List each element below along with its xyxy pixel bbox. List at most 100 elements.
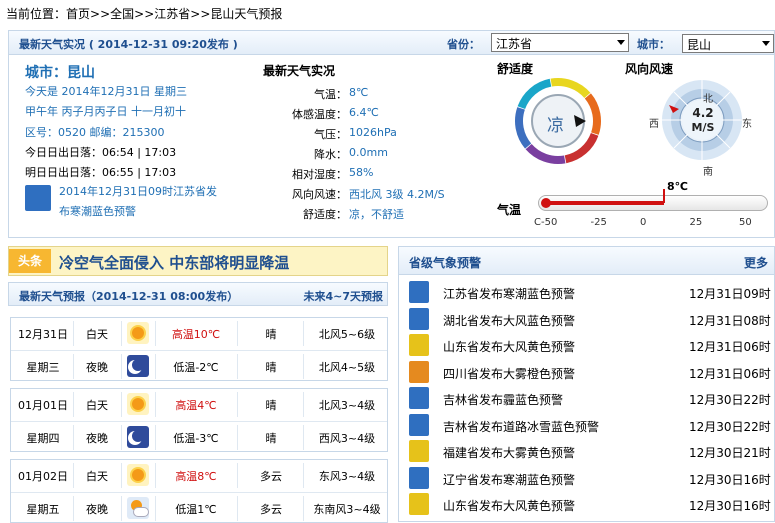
warning-item[interactable]: 山东省发布大风黄色预警 12月31日06时 bbox=[407, 332, 771, 359]
warning-time: 12月30日22时 bbox=[689, 393, 771, 407]
forecast-night-row: 星期三 夜晚 低温-2℃ 晴 北风4~5级 bbox=[11, 350, 387, 381]
warnings-more-link[interactable]: 更多 bbox=[744, 254, 768, 271]
comfort-value: 凉 bbox=[547, 116, 564, 136]
today-date: 今天是 2014年12月31日 星期三 bbox=[25, 85, 187, 98]
forecast-period: 白天 bbox=[86, 399, 108, 412]
divider bbox=[303, 354, 304, 379]
warnings-panel: 省级气象预警 更多 江苏省发布寒潮蓝色预警 12月31日09时 湖北省发布大风蓝色预… bbox=[398, 246, 775, 522]
headline-tag: 头条 bbox=[9, 249, 51, 273]
alert-link-line1[interactable]: 2014年12月31日09时江苏省发 bbox=[59, 183, 217, 199]
divider bbox=[121, 496, 122, 521]
forecast-temp: 高温10℃ bbox=[171, 328, 221, 341]
divider bbox=[155, 354, 156, 379]
thermometer-tick-label: 50 bbox=[739, 217, 752, 228]
city-value: 昆山 bbox=[687, 38, 712, 52]
temp-bar-value: 8℃ bbox=[667, 180, 688, 193]
warning-text: 吉林省发布霾蓝色预警 bbox=[443, 393, 564, 407]
breadcrumb-sep: >> bbox=[190, 7, 211, 21]
warning-time: 12月31日06时 bbox=[689, 340, 771, 354]
forecast-weather: 多云 bbox=[260, 470, 282, 483]
breadcrumb-province[interactable]: 江苏省 bbox=[154, 7, 190, 21]
realtime-label: 风向风速： bbox=[292, 188, 347, 201]
forecast-header: 最新天气预报（2014-12-31 08:00发布） 未来4~7天预报 bbox=[8, 282, 388, 306]
alert-link-line2[interactable]: 布寒潮蓝色预警 bbox=[59, 203, 136, 219]
warning-item[interactable]: 湖北省发布大风蓝色预警 12月31日08时 bbox=[407, 306, 771, 333]
warning-text: 吉林省发布道路冰雪蓝色预警 bbox=[443, 419, 600, 434]
breadcrumb: 当前位置：首页>>全国>>江苏省>>昆山天气预报 bbox=[6, 5, 282, 22]
warning-text: 山东省发布大风黄色预警 bbox=[443, 499, 576, 513]
forecast-day: 01月01日 白天 高温4℃ 晴北风3~4级 星期四 夜晚 低温-3℃ 晴西风3~4级 bbox=[10, 388, 388, 452]
live-weather-panel: 最新天气实况 ( 2014-12-31 09:20发布 ) 省份： 江苏省 城市… bbox=[8, 30, 775, 238]
breadcrumb-sep: >> bbox=[90, 7, 111, 21]
warning-item[interactable]: 吉林省发布霾蓝色预警 12月30日22时 bbox=[407, 385, 771, 412]
divider bbox=[303, 321, 304, 346]
forecast-wind: 北风5~6级 bbox=[318, 328, 376, 341]
headline-banner: 头条 冷空气全面侵入 中东部将明显降温 bbox=[8, 246, 388, 276]
warning-item[interactable]: 江苏省发布寒潮蓝色预警 12月31日09时 bbox=[407, 279, 771, 306]
warning-item[interactable]: 福建省发布大雾黄色预警 12月30日21时 bbox=[407, 438, 771, 465]
breadcrumb-home[interactable]: 首页 bbox=[66, 7, 90, 21]
province-select[interactable]: 江苏省 bbox=[491, 33, 629, 52]
forecast-wind: 北风4~5级 bbox=[318, 361, 376, 374]
forecast-period: 夜晚 bbox=[86, 503, 108, 516]
divider bbox=[303, 425, 304, 450]
compass-north: 北 bbox=[703, 94, 713, 105]
warning-item[interactable]: 山东省发布大风黄色预警 12月30日16时 bbox=[407, 491, 771, 518]
lunar-date: 甲午年 丙子月丙子日 十一月初十 bbox=[25, 105, 186, 118]
divider bbox=[73, 321, 74, 346]
forecast-temp: 低温-2℃ bbox=[173, 361, 219, 374]
divider bbox=[155, 425, 156, 450]
forecast-date: 01月01日 bbox=[18, 399, 68, 412]
divider bbox=[121, 354, 122, 379]
divider bbox=[237, 321, 238, 346]
forecast-temp: 高温8℃ bbox=[175, 470, 217, 483]
sun-icon bbox=[127, 322, 149, 344]
wind-speed-unit: M/S bbox=[691, 121, 715, 134]
divider bbox=[237, 425, 238, 450]
forecast-more-link[interactable]: 未来4~7天预报 bbox=[303, 288, 383, 304]
divider bbox=[121, 392, 122, 417]
warning-icon bbox=[409, 307, 429, 330]
warnings-title: 省级气象预警 bbox=[409, 256, 482, 270]
city-select[interactable]: 昆山 bbox=[682, 34, 774, 53]
warning-item[interactable]: 吉林省发布道路冰雪蓝色预警 12月30日22时 bbox=[407, 412, 771, 439]
divider bbox=[155, 496, 156, 521]
sun-icon bbox=[127, 393, 149, 415]
realtime-value: 6.4℃ bbox=[349, 106, 379, 119]
realtime-value: 1026hPa bbox=[349, 126, 397, 139]
warning-icon bbox=[409, 493, 429, 515]
warning-item[interactable]: 辽宁省发布寒潮蓝色预警 12月30日16时 bbox=[407, 465, 771, 492]
breadcrumb-sep: >> bbox=[134, 7, 155, 21]
realtime-value: 8℃ bbox=[349, 86, 369, 99]
realtime-label: 降水： bbox=[314, 148, 347, 161]
divider bbox=[73, 425, 74, 450]
forecast-weather: 晴 bbox=[265, 361, 277, 374]
warning-text: 湖北省发布大风蓝色预警 bbox=[443, 313, 576, 328]
forecast-weekday: 星期四 bbox=[26, 432, 60, 445]
thermometer-fill bbox=[549, 201, 664, 205]
forecast-wind: 东南风3~4级 bbox=[313, 503, 381, 516]
thermometer-tick-label: -50 bbox=[541, 217, 558, 228]
breadcrumb-national[interactable]: 全国 bbox=[110, 7, 134, 21]
province-label: 省份： bbox=[447, 38, 480, 51]
live-weather-title: 最新天气实况 ( 2014-12-31 09:20发布 ) bbox=[19, 38, 238, 51]
warning-time: 12月30日21时 bbox=[689, 446, 771, 460]
area-codes: 区号：0520 邮编：215300 bbox=[25, 126, 165, 139]
realtime-label: 气压： bbox=[314, 128, 347, 141]
sunrise-today: 今日日出日落：06:54 | 17:03 bbox=[25, 146, 177, 159]
warning-item[interactable]: 四川省发布大雾橙色预警 12月31日06时 bbox=[407, 359, 771, 386]
forecast-weather: 晴 bbox=[265, 399, 277, 412]
divider bbox=[73, 392, 74, 417]
forecast-date: 12月31日 bbox=[18, 328, 68, 341]
moon-icon bbox=[127, 355, 149, 377]
realtime-label: 相对湿度： bbox=[292, 168, 347, 181]
province-value: 江苏省 bbox=[496, 37, 533, 51]
forecast-day: 01月02日 白天 高温8℃ 多云 东风3~4级 星期五 夜晚 低温1℃ 多云 东南风3~4级 bbox=[10, 459, 388, 523]
moon-icon bbox=[127, 426, 149, 448]
headline-link[interactable]: 冷空气全面侵入 中东部将明显降温 bbox=[59, 252, 289, 273]
divider bbox=[121, 321, 122, 346]
divider bbox=[121, 463, 122, 488]
forecast-day-row: 12月31日 白天 高温10℃ 晴 北风5~6级 bbox=[11, 318, 387, 349]
realtime-value: 凉，不舒适 bbox=[349, 208, 404, 221]
compass-west: 西 bbox=[649, 119, 659, 130]
